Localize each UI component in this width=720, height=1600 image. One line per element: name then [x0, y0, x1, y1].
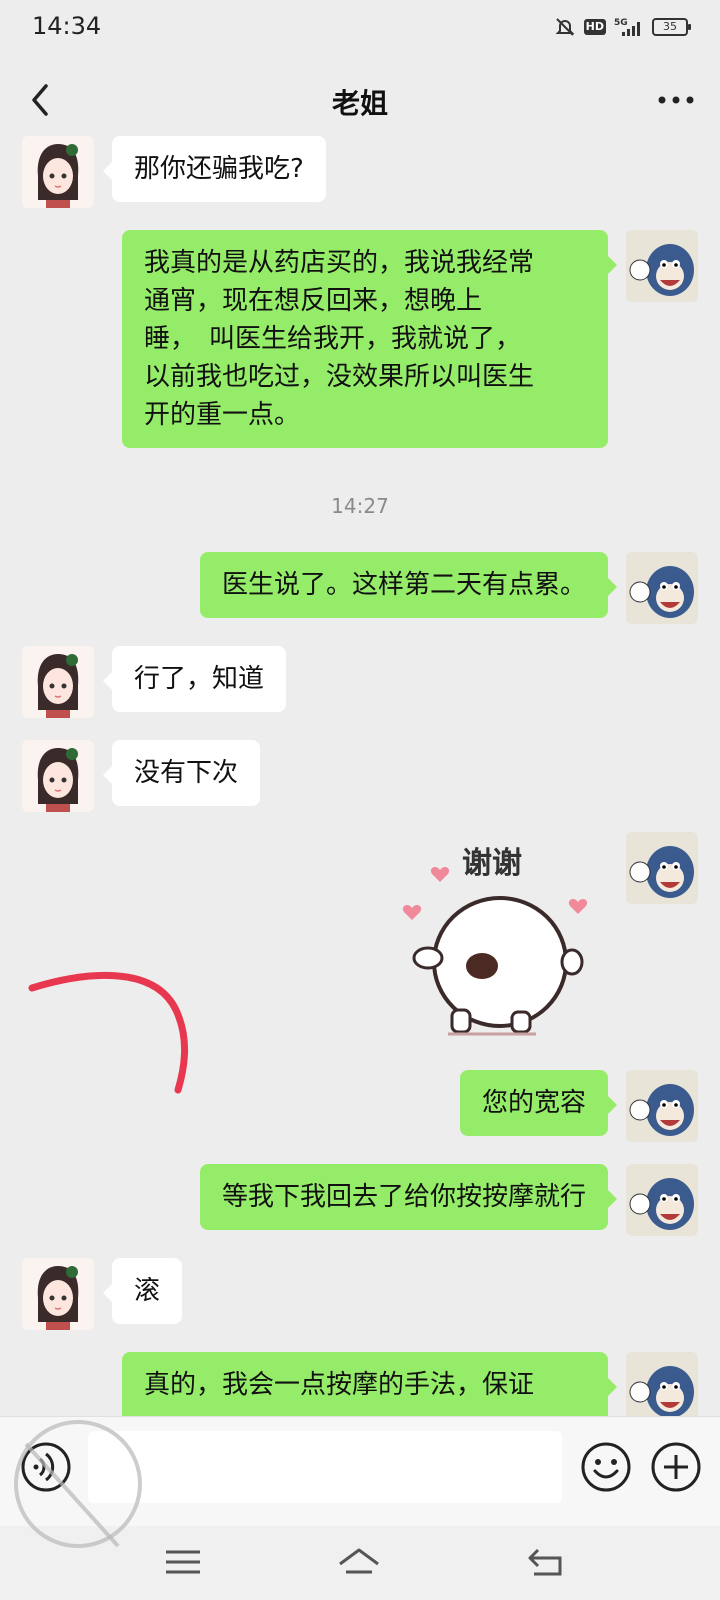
contact-avatar[interactable]: [22, 740, 94, 812]
status-time: 14:34: [32, 12, 102, 40]
message-line: 开的重一点。: [144, 400, 301, 430]
contact-avatar[interactable]: [22, 1258, 94, 1330]
message-text: 没有下次: [134, 758, 239, 788]
message-bubble-sent[interactable]: 等我下我回去了给你按按摩就行: [199, 1164, 618, 1230]
status-icons: HD 5G 35: [554, 16, 691, 38]
my-avatar[interactable]: [626, 1164, 698, 1236]
my-avatar[interactable]: [626, 1070, 698, 1142]
message-line: 睡， 叫医生给我开，我就说了，: [144, 324, 522, 354]
emoji-icon[interactable]: [580, 1441, 632, 1493]
message-input[interactable]: [88, 1431, 562, 1503]
signal-5g-icon: 5G: [614, 18, 640, 36]
bell-muted-icon: [555, 18, 575, 36]
sticker-bow-icon[interactable]: [400, 830, 600, 1050]
message-text: 等我下我回去了给你按按摩就行: [221, 1182, 586, 1212]
plus-icon[interactable]: [650, 1441, 702, 1493]
hd-icon: HD: [583, 19, 606, 35]
voice-icon[interactable]: [20, 1441, 72, 1493]
message-line: 我真的是从药店买的，我说我经常: [144, 248, 535, 278]
message-line: 以前我也吃过，没效果所以叫医生: [144, 362, 535, 392]
my-avatar[interactable]: [626, 552, 698, 624]
menu-icon[interactable]: [160, 1542, 206, 1582]
message-line: 通宵，现在想反回来，想晚上: [144, 286, 483, 316]
message-bubble-sent[interactable]: 您的宽容: [459, 1070, 618, 1136]
back-nav-icon[interactable]: [524, 1542, 570, 1582]
home-icon[interactable]: [336, 1542, 382, 1582]
chat-title: 老姐: [331, 87, 388, 120]
my-avatar[interactable]: [626, 832, 698, 904]
contact-avatar[interactable]: [22, 646, 94, 718]
message-bubble-received[interactable]: 那你还骗我吃?: [103, 136, 326, 202]
system-nav-bar: [0, 1526, 720, 1600]
my-avatar[interactable]: [626, 1352, 698, 1424]
contact-avatar[interactable]: [22, 136, 94, 208]
message-bubble-received[interactable]: 滚: [102, 1258, 183, 1324]
chat-header: 老姐: [0, 56, 720, 144]
timestamp: 14:27: [331, 494, 389, 518]
status-bar: 14:34 HD 5G 35: [0, 0, 720, 56]
message-text: 医生说了。这样第二天有点累。: [221, 570, 586, 600]
back-icon[interactable]: [18, 76, 66, 124]
my-avatar[interactable]: [626, 230, 698, 302]
message-bubble-received[interactable]: 没有下次: [102, 740, 261, 806]
battery-icon: 35: [652, 18, 691, 36]
red-annotation-stroke: [28, 971, 188, 1094]
message-text: 那你还骗我吃?: [134, 154, 304, 184]
message-bubble-sent[interactable]: 医生说了。这样第二天有点累。: [199, 552, 618, 618]
input-bar: [0, 1416, 720, 1526]
message-text: 真的，我会一点按摩的手法，保证: [144, 1370, 535, 1400]
message-text: 行了，知道: [134, 664, 265, 694]
message-text: 您的宽容: [481, 1088, 586, 1118]
message-bubble-sent[interactable]: 我真的是从药店买的，我说我经常 通宵，现在想反回来，想晚上 睡， 叫医生给我开，…: [122, 230, 617, 448]
message-text: 滚: [134, 1276, 161, 1306]
svg-text:5G: 5G: [614, 18, 628, 28]
more-dots-icon[interactable]: [650, 76, 702, 124]
message-bubble-received[interactable]: 行了，知道: [102, 646, 287, 712]
